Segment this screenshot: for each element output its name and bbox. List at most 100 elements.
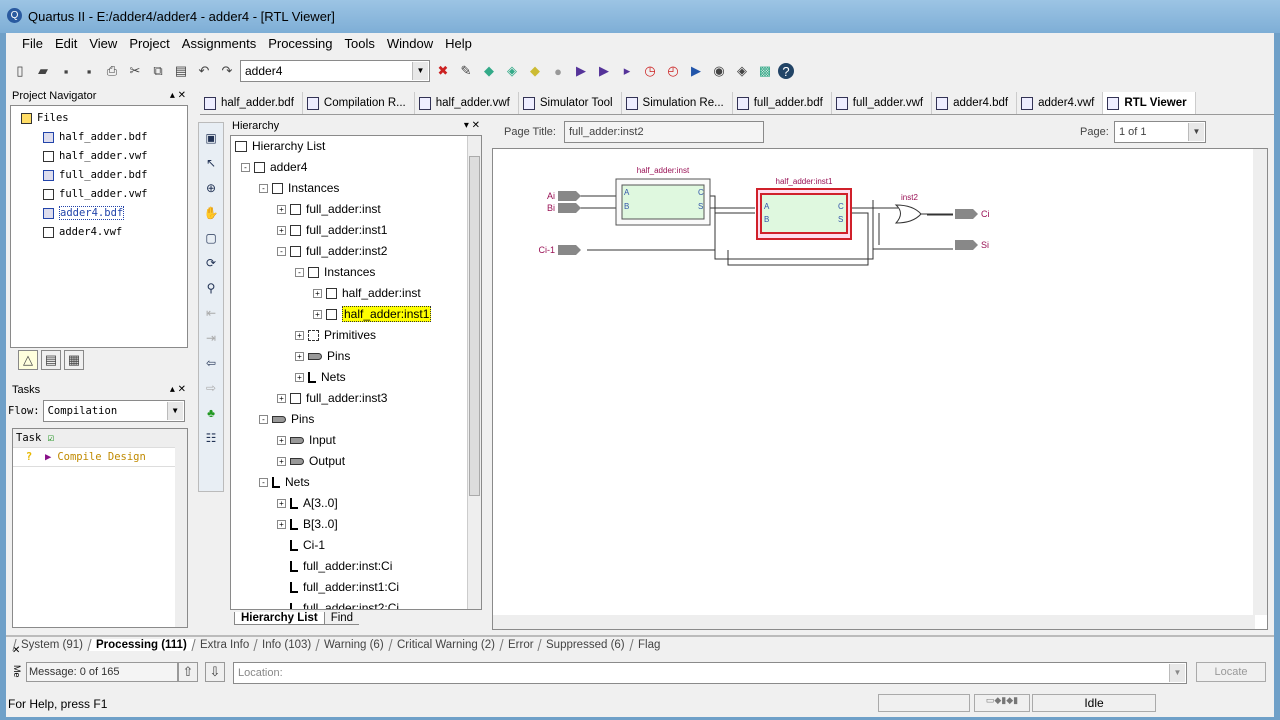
file-item[interactable]: adder4.bdf	[21, 204, 187, 223]
hierarchy-item[interactable]: - full_adder:inst2	[235, 241, 481, 262]
chevron-down-icon[interactable]: ▼	[412, 62, 428, 80]
menu-assignments[interactable]: Assignments	[176, 36, 262, 51]
selection-tool-icon[interactable]: ↖	[201, 153, 221, 173]
hierarchy-item[interactable]: +full_adder:inst2:Ci	[235, 598, 481, 609]
hand-tool-icon[interactable]: ✋	[201, 203, 221, 223]
timing-analyzer-icon[interactable]: ◷	[640, 61, 660, 81]
print-icon[interactable]: ⎙	[102, 61, 122, 81]
programmer-icon[interactable]: ◈	[732, 61, 752, 81]
stop-icon[interactable]: ●	[548, 61, 568, 81]
doc-tab[interactable]: Simulator Tool	[519, 92, 622, 114]
canvas-horizontal-scrollbar[interactable]	[493, 615, 1255, 629]
design-partition-icon[interactable]: ◆	[525, 61, 545, 81]
doc-tab[interactable]: full_adder.bdf	[733, 92, 832, 114]
zoom-tool-icon[interactable]: ⊕	[201, 178, 221, 198]
canvas-vertical-scrollbar[interactable]	[1253, 149, 1267, 615]
chip-icon[interactable]: ▩	[755, 61, 775, 81]
pin-ai[interactable]	[558, 191, 581, 201]
task-column-header[interactable]: Task ☑	[13, 429, 187, 448]
toggle-panel-icon[interactable]: ▣	[201, 128, 221, 148]
schematic-canvas[interactable]: Ai Bi Ci-1 half_adder:inst A B C S half_…	[492, 148, 1268, 630]
go-up-icon[interactable]: ⇦	[201, 353, 221, 373]
expand-icon[interactable]: +	[295, 373, 304, 383]
hierarchy-item[interactable]: + A[3..0]	[235, 493, 481, 514]
expand-icon[interactable]: +	[277, 520, 286, 530]
doc-tab[interactable]: half_adder.bdf	[200, 92, 303, 114]
expand-icon[interactable]: +	[313, 310, 322, 320]
hierarchy-list-root[interactable]: Hierarchy List	[235, 136, 481, 157]
start-fitter-icon[interactable]: ▸	[617, 61, 637, 81]
or-gate-inst2[interactable]: inst2	[894, 193, 953, 224]
copy-icon[interactable]: ⧉	[148, 61, 168, 81]
collapse-icon[interactable]: -	[259, 184, 268, 194]
expand-icon[interactable]: +	[277, 457, 286, 467]
message-tab[interactable]: Processing (111)	[87, 639, 195, 651]
task-vertical-scrollbar[interactable]	[175, 429, 187, 627]
tab-find[interactable]: Find	[324, 612, 360, 625]
expand-icon[interactable]: +	[277, 499, 286, 509]
filter-icon[interactable]: ♣	[201, 403, 221, 423]
chip-planner-icon[interactable]: ◈	[502, 61, 522, 81]
flow-select[interactable]: Compilation ▼	[42, 400, 185, 422]
hierarchy-item[interactable]: + full_adder:inst	[235, 199, 481, 220]
chevron-down-icon[interactable]: ▼	[1188, 123, 1204, 141]
collapse-icon[interactable]: -	[277, 247, 286, 257]
settings-icon[interactable]: ◆	[479, 61, 499, 81]
hierarchy-item[interactable]: + B[3..0]	[235, 514, 481, 535]
chevron-down-icon[interactable]: ▼	[166, 402, 183, 420]
hierarchy-item[interactable]: + full_adder:inst1	[235, 220, 481, 241]
menu-edit[interactable]: Edit	[49, 36, 83, 51]
entity-select[interactable]: adder4 ▼	[240, 60, 430, 82]
menu-tools[interactable]: Tools	[339, 36, 381, 51]
collapse-icon[interactable]: -	[259, 478, 268, 488]
panel-controls[interactable]: ▴ ✕	[170, 88, 186, 104]
refresh-icon[interactable]: ⟳	[201, 253, 221, 273]
doc-tab[interactable]: Simulation Re...	[622, 92, 733, 114]
netlist-icon[interactable]: ☷	[201, 428, 221, 448]
collapse-icon[interactable]: -	[241, 163, 250, 173]
doc-tab[interactable]: adder4.bdf	[932, 92, 1018, 114]
next-message-icon[interactable]: ⇩	[205, 662, 225, 682]
menu-processing[interactable]: Processing	[262, 36, 338, 51]
pin-planner-icon[interactable]: ✎	[456, 61, 476, 81]
forward-icon[interactable]: ⇥	[201, 328, 221, 348]
menu-help[interactable]: Help	[439, 36, 478, 51]
redo-icon[interactable]: ↷	[217, 61, 237, 81]
expand-icon[interactable]: +	[295, 352, 304, 362]
message-tab[interactable]: Warning (6)	[315, 639, 392, 651]
fit-window-icon[interactable]: ▢	[201, 228, 221, 248]
hierarchy-item[interactable]: +full_adder:inst:Ci	[235, 556, 481, 577]
find-icon[interactable]: ⚲	[201, 278, 221, 298]
hierarchy-vertical-scrollbar[interactable]	[467, 136, 481, 609]
pin-bi[interactable]	[558, 203, 581, 213]
hierarchy-item[interactable]: +full_adder:inst1:Ci	[235, 577, 481, 598]
pin-ci[interactable]	[955, 209, 978, 219]
panel-controls[interactable]: ▴ ✕	[170, 382, 186, 398]
start-compilation-icon[interactable]: ▶	[571, 61, 591, 81]
doc-tab[interactable]: full_adder.vwf	[832, 92, 933, 114]
hierarchy-item[interactable]: + full_adder:inst3	[235, 388, 481, 409]
new-file-icon[interactable]: ▯	[10, 61, 30, 81]
previous-message-icon[interactable]: ⇧	[178, 662, 198, 682]
design-units-tab-icon[interactable]: ▦	[64, 350, 84, 370]
assignment-editor-icon[interactable]: ✖	[433, 61, 453, 81]
hierarchy-tab-icon[interactable]: △	[18, 350, 38, 370]
save-icon[interactable]: ▪	[56, 61, 76, 81]
menu-file[interactable]: File	[16, 36, 49, 51]
timequest-icon[interactable]: ◴	[663, 61, 683, 81]
file-item[interactable]: half_adder.bdf	[21, 128, 187, 147]
expand-icon[interactable]: +	[277, 394, 286, 404]
save-all-icon[interactable]: ▪	[79, 61, 99, 81]
collapse-icon[interactable]: -	[295, 268, 304, 278]
expand-icon[interactable]: +	[295, 331, 304, 341]
doc-tab[interactable]: half_adder.vwf	[415, 92, 519, 114]
panel-controls[interactable]: ▾ ✕	[464, 118, 480, 134]
analysis-icon[interactable]: ▶	[594, 61, 614, 81]
hierarchy-item[interactable]: + Pins	[235, 346, 481, 367]
help-icon[interactable]: ?	[778, 63, 794, 79]
location-field[interactable]: Location: ▼	[233, 662, 1187, 684]
expand-icon[interactable]: +	[277, 226, 286, 236]
doc-tab[interactable]: RTL Viewer	[1103, 92, 1196, 114]
block-half-adder-inst[interactable]: half_adder:inst A B C S	[615, 166, 711, 226]
hierarchy-item[interactable]: + half_adder:inst	[235, 283, 481, 304]
